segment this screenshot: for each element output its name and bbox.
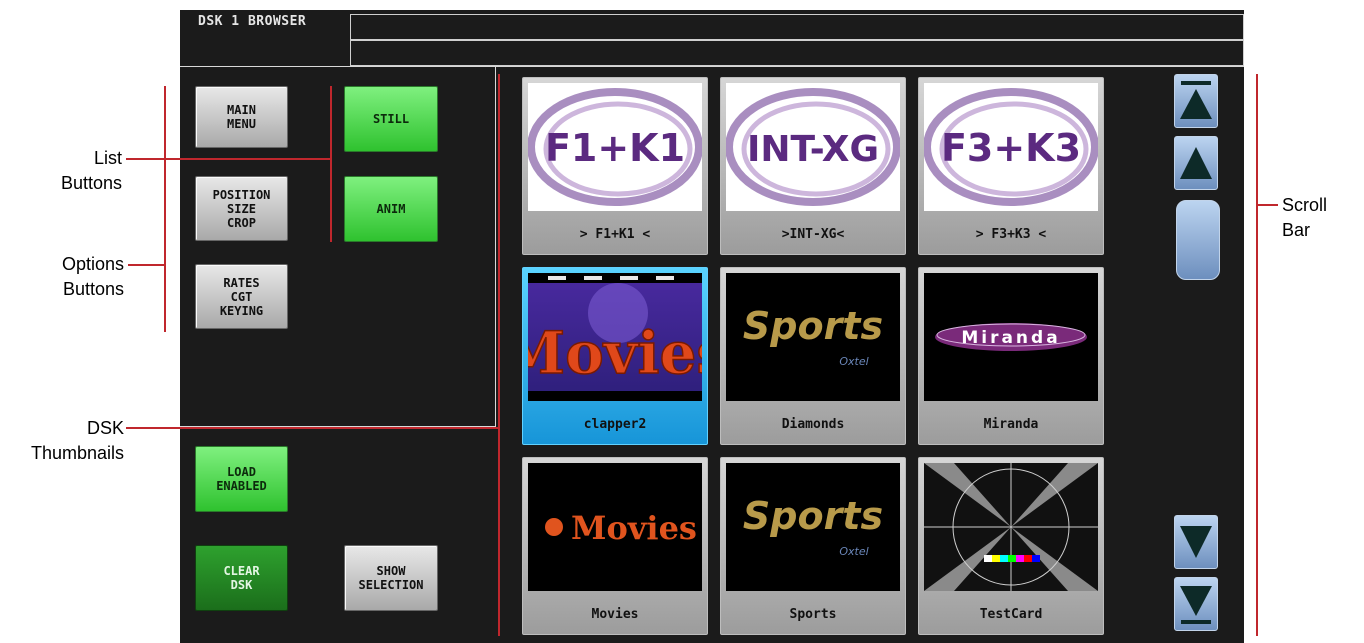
scroll-bottom-icon — [1180, 586, 1212, 624]
title-field-bottom — [350, 40, 1244, 66]
thumbnail-image: INT-XG — [726, 83, 900, 211]
thumbnail-label: clapper2 — [583, 417, 647, 432]
thumbnail-label: Movies — [591, 607, 639, 622]
thumbnail-art-text: Movies — [528, 319, 702, 387]
thumbnail-diamonds[interactable]: Sports Oxtel Diamonds — [720, 267, 906, 445]
thumbnail-art-text: INT-XG — [747, 129, 879, 170]
thumbnail-label: > F3+K3 < — [975, 227, 1047, 242]
thumbnail-label: > F1+K1 < — [579, 227, 651, 242]
thumbnail-image: Miranda — [924, 273, 1098, 401]
thumbnail-miranda[interactable]: Miranda Miranda — [918, 267, 1104, 445]
thumbnail-art-text: Movies — [571, 509, 697, 547]
callout-scroll-bar: Scroll Bar — [1282, 195, 1328, 240]
rates-cgt-keying-button[interactable]: RATES CGT KEYING — [195, 264, 288, 329]
scroll-bottom-button[interactable] — [1174, 577, 1218, 631]
load-enabled-button[interactable]: LOAD ENABLED — [195, 446, 288, 512]
thumbnail-image: F3+K3 — [924, 83, 1098, 211]
callout-bracket — [1256, 74, 1258, 636]
thumbnail-art-subtext: Oxtel — [839, 355, 868, 368]
title-field-top — [350, 14, 1244, 40]
thumbnail-art-text: F3+K3 — [941, 126, 1081, 170]
thumbnail-image: Sports Oxtel — [726, 273, 900, 401]
header-divider — [180, 66, 1244, 67]
callout-bracket — [164, 86, 166, 332]
thumbnail-label: Sports — [789, 607, 837, 622]
thumbnail-image: Sports Oxtel — [726, 463, 900, 591]
clear-dsk-button[interactable]: CLEAR DSK — [195, 545, 288, 611]
scroll-down-button[interactable] — [1174, 515, 1218, 569]
show-selection-button[interactable]: SHOW SELECTION — [344, 545, 438, 611]
thumbnail-clapper2[interactable]: Movies clapper2 — [522, 267, 708, 445]
thumbnail-sports[interactable]: Sports Oxtel Sports — [720, 457, 906, 635]
still-list-button[interactable]: STILL — [344, 86, 438, 152]
thumbnail-f1k1[interactable]: F1+K1 > F1+K1 < — [522, 77, 708, 255]
main-menu-button[interactable]: MAIN MENU — [195, 86, 288, 148]
window-title: DSK 1 BROWSER — [198, 14, 307, 29]
thumbnail-image: Movies — [528, 273, 702, 401]
callout-bracket — [498, 74, 500, 636]
callout-dsk-thumbnails: DSK Thumbnails — [30, 418, 124, 463]
scroll-thumb[interactable] — [1176, 200, 1220, 280]
scroll-down-icon — [1180, 526, 1212, 558]
thumbnail-f3k3[interactable]: F3+K3 > F3+K3 < — [918, 77, 1104, 255]
thumbnail-label: TestCard — [979, 607, 1043, 622]
callout-list-buttons: List Buttons — [60, 148, 122, 193]
callout-line — [128, 264, 166, 266]
thumbnail-image — [924, 463, 1098, 591]
thumbnail-art-text: Miranda — [961, 328, 1060, 348]
scroll-top-icon — [1180, 81, 1212, 119]
thumbnail-art-text: F1+K1 — [545, 126, 685, 170]
thumbnail-int-xg[interactable]: INT-XG >INT-XG< — [720, 77, 906, 255]
thumbnail-art-subtext: Oxtel — [839, 545, 868, 558]
scroll-top-button[interactable] — [1174, 74, 1218, 128]
position-size-crop-button[interactable]: POSITION SIZE CROP — [195, 176, 288, 241]
thumbnail-testcard[interactable]: TestCard — [918, 457, 1104, 635]
scroll-up-button[interactable] — [1174, 136, 1218, 190]
callout-line — [126, 427, 500, 429]
thumbnail-movies[interactable]: Movies Movies — [522, 457, 708, 635]
callout-options-buttons: Options Buttons — [61, 254, 124, 299]
scroll-up-icon — [1180, 147, 1212, 179]
thumbnail-art-text: Sports — [743, 304, 883, 348]
list-divider — [495, 66, 496, 426]
callout-bracket — [330, 86, 332, 242]
thumbnail-label: >INT-XG< — [781, 227, 845, 242]
callout-line — [1256, 204, 1278, 206]
callout-line — [126, 158, 332, 160]
thumbnail-image: F1+K1 — [528, 83, 702, 211]
anim-list-button[interactable]: ANIM — [344, 176, 438, 242]
thumbnail-art-text: Sports — [743, 494, 883, 538]
thumbnail-image: Movies — [528, 463, 702, 591]
thumbnail-label: Miranda — [983, 417, 1039, 432]
thumbnail-label: Diamonds — [781, 417, 845, 432]
